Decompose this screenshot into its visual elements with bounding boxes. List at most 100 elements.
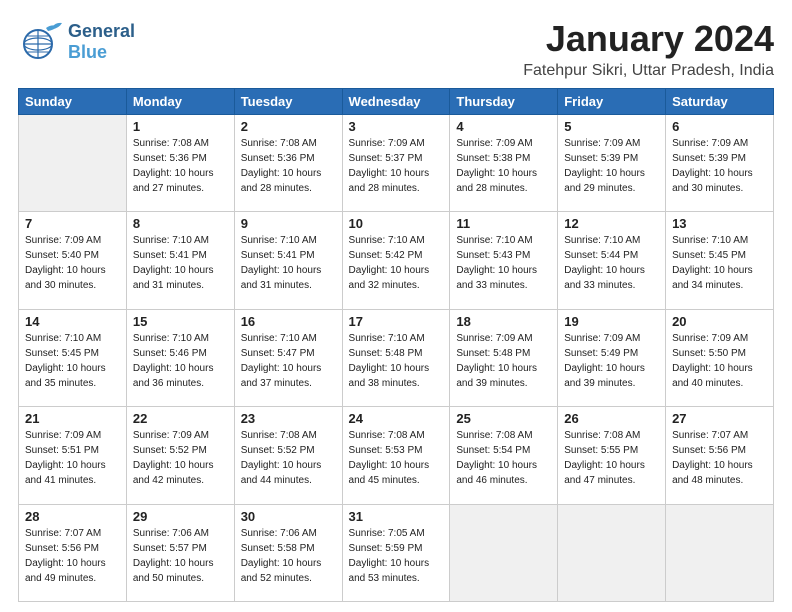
day-info: Sunrise: 7:07 AM Sunset: 5:56 PM Dayligh… (672, 428, 767, 488)
calendar-cell: 30 Sunrise: 7:06 AM Sunset: 5:58 PM Dayli… (234, 504, 342, 601)
day-info: Sunrise: 7:08 AM Sunset: 5:53 PM Dayligh… (349, 428, 444, 488)
day-info: Sunrise: 7:05 AM Sunset: 5:59 PM Dayligh… (349, 526, 444, 586)
calendar-cell (19, 115, 127, 212)
day-number: 7 (25, 216, 120, 231)
calendar-cell: 31 Sunrise: 7:05 AM Sunset: 5:59 PM Dayli… (342, 504, 450, 601)
week-row-5: 28Sunrise: 7:07 AM Sunset: 5:56 PM Dayli… (19, 504, 774, 601)
calendar-cell: 16 Sunrise: 7:10 AM Sunset: 5:47 PM Dayli… (234, 309, 342, 406)
day-number: 13 (672, 216, 767, 231)
day-number: 18 (456, 314, 551, 329)
calendar-cell: 6 Sunrise: 7:09 AM Sunset: 5:39 PM Daylig… (666, 115, 774, 212)
day-info: Sunrise: 7:10 AM Sunset: 5:42 PM Dayligh… (349, 233, 444, 293)
calendar-cell: 28Sunrise: 7:07 AM Sunset: 5:56 PM Dayli… (19, 504, 127, 601)
day-info: Sunrise: 7:10 AM Sunset: 5:43 PM Dayligh… (456, 233, 551, 293)
calendar-cell: 9 Sunrise: 7:10 AM Sunset: 5:41 PM Daylig… (234, 212, 342, 309)
calendar-cell: 17Sunrise: 7:10 AM Sunset: 5:48 PM Dayli… (342, 309, 450, 406)
page: General Blue January 2024 Fatehpur Sikri… (0, 0, 792, 612)
day-info: Sunrise: 7:09 AM Sunset: 5:49 PM Dayligh… (564, 331, 659, 391)
day-info: Sunrise: 7:10 AM Sunset: 5:45 PM Dayligh… (672, 233, 767, 293)
calendar-cell: 19 Sunrise: 7:09 AM Sunset: 5:49 PM Dayli… (558, 309, 666, 406)
calendar-cell (450, 504, 558, 601)
day-info: Sunrise: 7:10 AM Sunset: 5:47 PM Dayligh… (241, 331, 336, 391)
day-header-tuesday: Tuesday (234, 89, 342, 115)
day-number: 8 (133, 216, 228, 231)
location: Fatehpur Sikri, Uttar Pradesh, India (523, 62, 774, 80)
calendar-cell: 4Sunrise: 7:09 AM Sunset: 5:38 PM Daylig… (450, 115, 558, 212)
month-title: January 2024 (523, 18, 774, 60)
day-info: Sunrise: 7:10 AM Sunset: 5:45 PM Dayligh… (25, 331, 120, 391)
calendar-cell: 24 Sunrise: 7:08 AM Sunset: 5:53 PM Dayli… (342, 407, 450, 504)
day-info: Sunrise: 7:09 AM Sunset: 5:51 PM Dayligh… (25, 428, 120, 488)
day-number: 3 (349, 119, 444, 134)
calendar-cell (558, 504, 666, 601)
calendar-cell: 21 Sunrise: 7:09 AM Sunset: 5:51 PM Dayli… (19, 407, 127, 504)
day-info: Sunrise: 7:08 AM Sunset: 5:55 PM Dayligh… (564, 428, 659, 488)
day-number: 19 (564, 314, 659, 329)
calendar-table: SundayMondayTuesdayWednesdayThursdayFrid… (18, 88, 774, 602)
week-row-3: 14 Sunrise: 7:10 AM Sunset: 5:45 PM Dayli… (19, 309, 774, 406)
calendar-cell: 11 Sunrise: 7:10 AM Sunset: 5:43 PM Dayli… (450, 212, 558, 309)
day-info: Sunrise: 7:09 AM Sunset: 5:48 PM Dayligh… (456, 331, 551, 391)
calendar-cell: 29 Sunrise: 7:06 AM Sunset: 5:57 PM Dayli… (126, 504, 234, 601)
day-number: 16 (241, 314, 336, 329)
calendar-cell: 8 Sunrise: 7:10 AM Sunset: 5:41 PM Daylig… (126, 212, 234, 309)
day-number: 24 (349, 411, 444, 426)
logo-icon (18, 18, 66, 66)
day-info: Sunrise: 7:09 AM Sunset: 5:39 PM Dayligh… (672, 136, 767, 196)
day-number: 10 (349, 216, 444, 231)
calendar-cell: 23 Sunrise: 7:08 AM Sunset: 5:52 PM Dayli… (234, 407, 342, 504)
day-info: Sunrise: 7:10 AM Sunset: 5:48 PM Dayligh… (349, 331, 444, 391)
calendar-cell: 12Sunrise: 7:10 AM Sunset: 5:44 PM Dayli… (558, 212, 666, 309)
logo-line1: General (68, 21, 135, 42)
day-info: Sunrise: 7:08 AM Sunset: 5:52 PM Dayligh… (241, 428, 336, 488)
day-header-sunday: Sunday (19, 89, 127, 115)
day-number: 26 (564, 411, 659, 426)
logo-text-block: General Blue (68, 21, 135, 62)
day-number: 20 (672, 314, 767, 329)
week-row-2: 7 Sunrise: 7:09 AM Sunset: 5:40 PM Daylig… (19, 212, 774, 309)
day-number: 11 (456, 216, 551, 231)
day-info: Sunrise: 7:06 AM Sunset: 5:57 PM Dayligh… (133, 526, 228, 586)
day-number: 23 (241, 411, 336, 426)
calendar-cell: 22Sunrise: 7:09 AM Sunset: 5:52 PM Dayli… (126, 407, 234, 504)
calendar-cell: 1 Sunrise: 7:08 AM Sunset: 5:36 PM Daylig… (126, 115, 234, 212)
week-row-1: 1 Sunrise: 7:08 AM Sunset: 5:36 PM Daylig… (19, 115, 774, 212)
day-info: Sunrise: 7:09 AM Sunset: 5:50 PM Dayligh… (672, 331, 767, 391)
calendar-cell (666, 504, 774, 601)
day-info: Sunrise: 7:10 AM Sunset: 5:41 PM Dayligh… (241, 233, 336, 293)
day-info: Sunrise: 7:06 AM Sunset: 5:58 PM Dayligh… (241, 526, 336, 586)
day-number: 21 (25, 411, 120, 426)
day-number: 15 (133, 314, 228, 329)
day-info: Sunrise: 7:10 AM Sunset: 5:41 PM Dayligh… (133, 233, 228, 293)
day-info: Sunrise: 7:09 AM Sunset: 5:39 PM Dayligh… (564, 136, 659, 196)
day-info: Sunrise: 7:09 AM Sunset: 5:37 PM Dayligh… (349, 136, 444, 196)
calendar-header-row: SundayMondayTuesdayWednesdayThursdayFrid… (19, 89, 774, 115)
day-number: 30 (241, 509, 336, 524)
day-header-saturday: Saturday (666, 89, 774, 115)
logo-line2: Blue (68, 42, 135, 63)
calendar-cell: 3 Sunrise: 7:09 AM Sunset: 5:37 PM Daylig… (342, 115, 450, 212)
calendar-cell: 18 Sunrise: 7:09 AM Sunset: 5:48 PM Dayli… (450, 309, 558, 406)
day-number: 2 (241, 119, 336, 134)
day-number: 5 (564, 119, 659, 134)
calendar-cell: 27 Sunrise: 7:07 AM Sunset: 5:56 PM Dayli… (666, 407, 774, 504)
day-number: 27 (672, 411, 767, 426)
day-info: Sunrise: 7:10 AM Sunset: 5:44 PM Dayligh… (564, 233, 659, 293)
day-info: Sunrise: 7:08 AM Sunset: 5:36 PM Dayligh… (241, 136, 336, 196)
day-info: Sunrise: 7:08 AM Sunset: 5:36 PM Dayligh… (133, 136, 228, 196)
day-number: 22 (133, 411, 228, 426)
day-number: 6 (672, 119, 767, 134)
day-number: 14 (25, 314, 120, 329)
day-number: 31 (349, 509, 444, 524)
day-number: 1 (133, 119, 228, 134)
day-header-wednesday: Wednesday (342, 89, 450, 115)
title-block: January 2024 Fatehpur Sikri, Uttar Prade… (523, 18, 774, 80)
day-number: 29 (133, 509, 228, 524)
calendar-cell: 5 Sunrise: 7:09 AM Sunset: 5:39 PM Daylig… (558, 115, 666, 212)
calendar-cell: 7 Sunrise: 7:09 AM Sunset: 5:40 PM Daylig… (19, 212, 127, 309)
day-number: 9 (241, 216, 336, 231)
day-header-friday: Friday (558, 89, 666, 115)
day-number: 28 (25, 509, 120, 524)
day-info: Sunrise: 7:09 AM Sunset: 5:38 PM Dayligh… (456, 136, 551, 196)
day-info: Sunrise: 7:09 AM Sunset: 5:40 PM Dayligh… (25, 233, 120, 293)
